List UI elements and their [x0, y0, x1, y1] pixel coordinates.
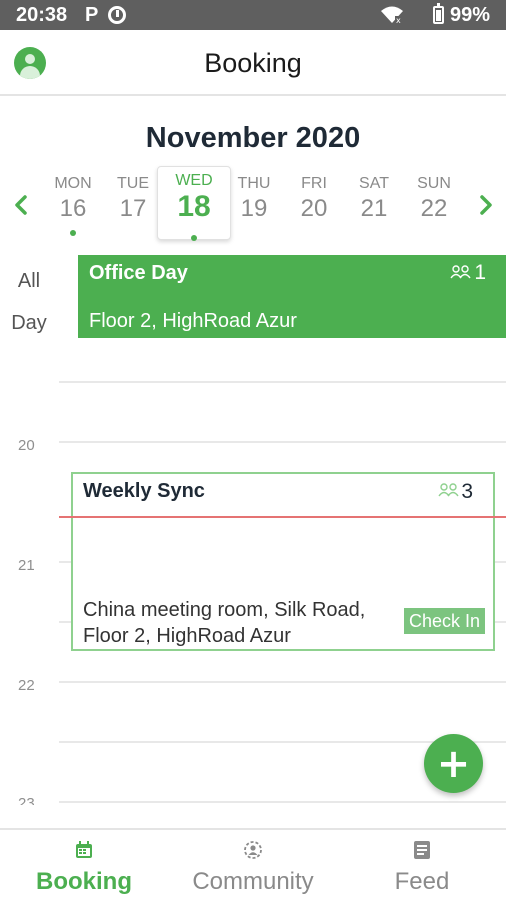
hour-gridline	[59, 681, 506, 683]
hour-label: 21	[18, 557, 35, 574]
tab-label: Feed	[394, 868, 450, 895]
attendee-count: 3	[461, 480, 473, 503]
app-header: Booking	[0, 30, 506, 96]
battery-percent: 99%	[450, 4, 491, 26]
day-thu[interactable]: THU 19	[224, 166, 284, 240]
day-number: 17	[119, 195, 147, 222]
tab-booking[interactable]: Booking	[0, 830, 168, 900]
feed-icon	[414, 841, 430, 859]
day-mon[interactable]: MON 16	[43, 166, 103, 240]
timed-event-card[interactable]: Weekly Sync 3 China meeting room, Silk R…	[71, 472, 495, 651]
bottom-navigation: Booking Community Feed	[0, 828, 506, 900]
day-tue[interactable]: TUE 17	[103, 166, 163, 240]
attendee-count: 1	[474, 261, 486, 284]
status-bar: 20:38 P x 99%	[0, 0, 506, 30]
day-wed-selected[interactable]: WED 18	[157, 166, 231, 241]
hour-label: 22	[18, 677, 35, 694]
event-location: China meeting room, Silk Road, Floor 2, …	[83, 599, 366, 647]
tab-feed[interactable]: Feed	[338, 830, 506, 900]
hour-gridline	[59, 801, 506, 803]
hour-label: 20	[18, 437, 35, 454]
hour-gridline	[59, 381, 506, 383]
parking-notification-icon: P	[85, 4, 99, 26]
hour-gridline	[59, 441, 506, 443]
wifi-icon: x	[381, 6, 403, 25]
day-name: FRI	[301, 175, 327, 192]
current-time-line	[59, 516, 506, 518]
day-sat[interactable]: SAT 21	[344, 166, 404, 240]
status-time: 20:38	[16, 4, 68, 26]
hour-label: 23	[18, 795, 35, 805]
all-day-label: All Day	[11, 270, 47, 334]
tab-label: Booking	[36, 868, 132, 895]
month-title: November 2020	[145, 122, 361, 154]
day-number: 20	[300, 195, 328, 222]
battery-icon	[433, 3, 444, 24]
day-name: MON	[54, 175, 92, 192]
community-icon	[244, 841, 262, 859]
check-in-button[interactable]: Check In	[404, 608, 485, 634]
svg-text:x: x	[396, 16, 401, 25]
people-icon	[438, 483, 459, 497]
page-title: Booking	[204, 48, 302, 78]
day-name: SUN	[417, 175, 451, 192]
people-icon	[450, 265, 471, 279]
sync-notification-icon	[108, 6, 126, 24]
day-name: THU	[237, 175, 271, 192]
day-name: WED	[175, 172, 213, 189]
day-number: 16	[59, 195, 87, 222]
day-number: 19	[240, 195, 268, 222]
day-number: 18	[177, 190, 211, 223]
tab-community[interactable]: Community	[169, 830, 337, 900]
day-sun[interactable]: SUN 22	[404, 166, 464, 240]
day-name: SAT	[359, 175, 389, 192]
event-indicator-dot	[70, 230, 76, 236]
day-number: 21	[360, 195, 388, 222]
event-location: Floor 2, HighRoad Azur	[89, 310, 297, 332]
day-number: 22	[420, 195, 448, 222]
add-booking-button[interactable]: +	[424, 734, 483, 793]
event-indicator-dot	[191, 235, 197, 241]
chevron-right-icon[interactable]	[471, 190, 501, 220]
chevron-left-icon[interactable]	[6, 190, 36, 220]
day-fri[interactable]: FRI 20	[284, 166, 344, 240]
event-title: Weekly Sync	[83, 480, 205, 502]
all-day-event-card[interactable]: Office Day 1 Floor 2, HighRoad Azur	[78, 255, 506, 338]
tab-label: Community	[192, 868, 314, 895]
event-title: Office Day	[89, 262, 188, 284]
day-name: TUE	[117, 175, 149, 192]
calendar-icon	[76, 841, 92, 858]
